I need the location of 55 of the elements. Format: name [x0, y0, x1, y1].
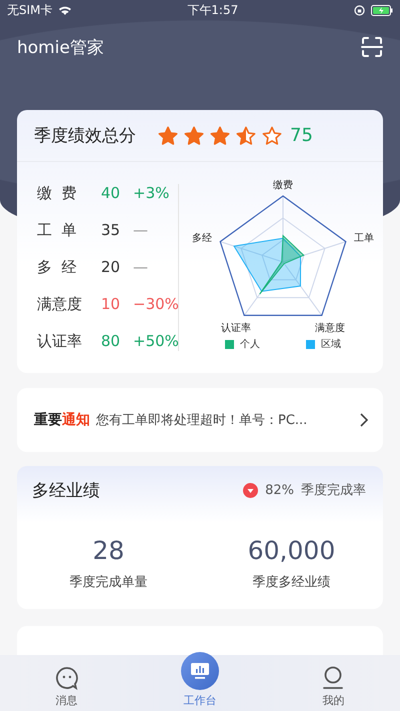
chevron-right-icon — [359, 412, 369, 428]
legend-label: 区域 — [321, 338, 341, 351]
rotation-lock-icon — [354, 4, 365, 16]
battery-icon — [371, 4, 393, 16]
card-title: 季度绩效总分 — [34, 125, 136, 147]
axis-label: 缴费 — [273, 180, 293, 191]
completion-rate: 82% — [265, 482, 294, 498]
star-icon — [262, 126, 282, 146]
stat-label: 季度完成单量 — [70, 574, 148, 591]
notice-text: 您有工单即将处理超时！单号：PC... — [96, 412, 308, 429]
metric-label: 满意度 — [37, 295, 83, 314]
legend-label: 个人 — [240, 338, 260, 351]
rate-label: 季度完成率 — [301, 482, 366, 499]
notice-card[interactable]: 重要通知 您有工单即将处理超时！单号：PC... — [17, 388, 383, 452]
metric-value: 10 — [101, 295, 122, 314]
stat-label: 季度多经业绩 — [252, 574, 330, 591]
score-value: 75 — [290, 125, 313, 146]
app-title: homie管家 — [17, 36, 104, 58]
metric-value: 20 — [101, 258, 122, 277]
axis-label: 满意度 — [315, 323, 345, 334]
metric-value: 80 — [101, 332, 122, 351]
wifi-icon — [58, 4, 72, 16]
carrier-text: 无SIM卡 — [7, 2, 53, 18]
metric-label: 认证率 — [37, 332, 83, 351]
axis-label: 多经 — [192, 233, 212, 244]
metric-change: — — [133, 221, 149, 240]
metric-label: 工 单 — [37, 221, 78, 240]
tab-item[interactable]: 我的 — [266, 655, 400, 711]
metric-value: 35 — [101, 221, 122, 240]
user-icon — [322, 666, 344, 690]
scan-icon[interactable] — [361, 36, 383, 58]
monitor-chart-icon — [190, 662, 210, 680]
star-icon — [236, 126, 256, 146]
card-title: 多经业绩 — [32, 480, 100, 502]
notice-label: 重要通知 — [34, 411, 90, 429]
axis-label: 工单 — [354, 233, 374, 244]
metric-change: +3% — [133, 184, 170, 203]
metric-label: 缴 费 — [37, 184, 78, 203]
metric-change: −30% — [133, 295, 179, 314]
metric-change: +50% — [133, 332, 179, 351]
star-icon — [158, 126, 178, 146]
region-area — [233, 238, 302, 292]
metric-label: 多 经 — [37, 258, 78, 277]
tab-item[interactable]: 工作台 — [133, 655, 267, 711]
star-icon — [210, 126, 230, 146]
status-time: 下午1:57 — [187, 2, 238, 18]
star-icon — [184, 126, 204, 146]
stat-value: 28 — [92, 536, 124, 565]
stat-value: 60,000 — [248, 536, 336, 565]
metric-value: 40 — [101, 184, 122, 203]
chat-icon — [54, 666, 79, 690]
personal-area — [259, 234, 305, 295]
metric-change: — — [133, 258, 149, 277]
axis-label: 认证率 — [221, 323, 251, 334]
tab-item[interactable]: 消息 — [0, 655, 134, 711]
